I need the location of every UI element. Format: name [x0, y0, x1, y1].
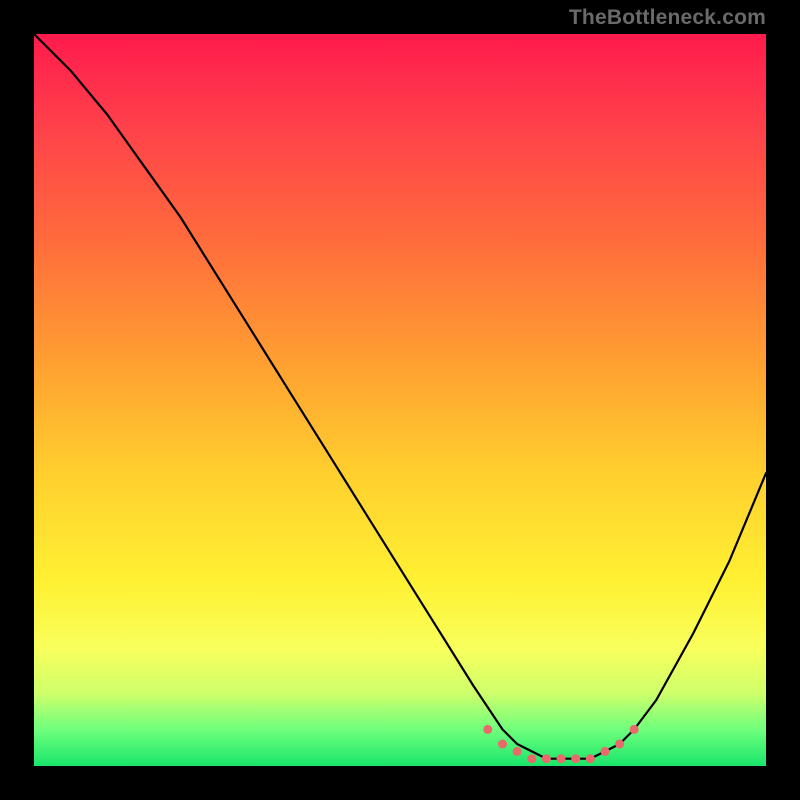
marker-dot — [557, 754, 566, 763]
marker-dot — [483, 725, 492, 734]
marker-dot — [513, 747, 522, 756]
marker-dot — [630, 725, 639, 734]
marker-dot — [586, 754, 595, 763]
bottleneck-curve — [34, 34, 766, 759]
bottleneck-curve-svg — [34, 34, 766, 766]
marker-dot — [527, 754, 536, 763]
marker-dot — [498, 740, 507, 749]
chart-frame: TheBottleneck.com — [0, 0, 800, 800]
plot-area — [34, 34, 766, 766]
marker-dot — [601, 747, 610, 756]
marker-dot — [542, 754, 551, 763]
flat-region-dots — [483, 725, 638, 763]
marker-dot — [615, 740, 624, 749]
watermark-text: TheBottleneck.com — [569, 6, 766, 30]
marker-dot — [571, 754, 580, 763]
